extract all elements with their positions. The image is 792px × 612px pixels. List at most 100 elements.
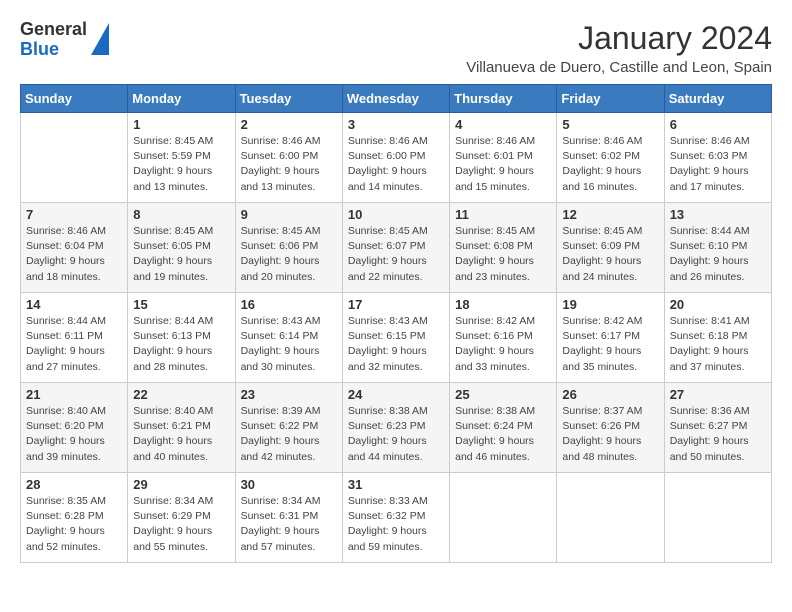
day-detail: Sunrise: 8:34 AMSunset: 6:31 PMDaylight:… xyxy=(241,494,337,555)
day-number: 1 xyxy=(133,117,229,132)
day-detail: Sunrise: 8:45 AMSunset: 6:07 PMDaylight:… xyxy=(348,224,444,285)
day-number: 31 xyxy=(348,477,444,492)
day-number: 20 xyxy=(670,297,766,312)
calendar-week-row: 14Sunrise: 8:44 AMSunset: 6:11 PMDayligh… xyxy=(21,293,772,383)
calendar-cell: 27 Sunrise: 8:36 AMSunset: 6:27 PMDayligh… xyxy=(664,383,771,473)
calendar-cell: 8Sunrise: 8:45 AMSunset: 6:05 PMDaylight… xyxy=(128,203,235,293)
day-number: 28 xyxy=(26,477,122,492)
day-number: 27 xyxy=(670,387,766,402)
day-detail: Sunrise: 8:41 AMSunset: 6:18 PMDaylight:… xyxy=(670,314,766,375)
day-number: 23 xyxy=(241,387,337,402)
day-number: 21 xyxy=(26,387,122,402)
day-number: 30 xyxy=(241,477,337,492)
calendar-cell: 16Sunrise: 8:43 AMSunset: 6:14 PMDayligh… xyxy=(235,293,342,383)
day-detail: Sunrise: 8:45 AMSunset: 6:08 PMDaylight:… xyxy=(455,224,551,285)
calendar-cell: 19Sunrise: 8:42 AMSunset: 6:17 PMDayligh… xyxy=(557,293,664,383)
day-number: 6 xyxy=(670,117,766,132)
day-number: 19 xyxy=(562,297,658,312)
day-detail: Sunrise: 8:36 AMSunset: 6:27 PMDaylight:… xyxy=(670,404,766,465)
day-number: 11 xyxy=(455,207,551,222)
logo-general: General xyxy=(20,20,87,40)
day-detail: Sunrise: 8:46 AMSunset: 6:03 PMDaylight:… xyxy=(670,134,766,195)
day-number: 16 xyxy=(241,297,337,312)
calendar-cell: 15 Sunrise: 8:44 AMSunset: 6:13 PMDayligh… xyxy=(128,293,235,383)
day-number: 24 xyxy=(348,387,444,402)
calendar-table: SundayMondayTuesdayWednesdayThursdayFrid… xyxy=(20,84,772,563)
calendar-cell: 22 Sunrise: 8:40 AMSunset: 6:21 PMDayligh… xyxy=(128,383,235,473)
calendar-cell: 12Sunrise: 8:45 AMSunset: 6:09 PMDayligh… xyxy=(557,203,664,293)
day-number: 26 xyxy=(562,387,658,402)
calendar-cell: 20 Sunrise: 8:41 AMSunset: 6:18 PMDayligh… xyxy=(664,293,771,383)
calendar-cell xyxy=(664,473,771,563)
calendar-cell: 31 Sunrise: 8:33 AMSunset: 6:32 PMDayligh… xyxy=(342,473,449,563)
day-number: 3 xyxy=(348,117,444,132)
calendar-cell xyxy=(557,473,664,563)
calendar-cell: 23 Sunrise: 8:39 AMSunset: 6:22 PMDayligh… xyxy=(235,383,342,473)
day-number: 9 xyxy=(241,207,337,222)
location: Villanueva de Duero, Castille and Leon, … xyxy=(466,59,772,76)
day-detail: Sunrise: 8:44 AMSunset: 6:13 PMDaylight:… xyxy=(133,314,229,375)
calendar-week-row: 21 Sunrise: 8:40 AMSunset: 6:20 PMDayligh… xyxy=(21,383,772,473)
day-number: 7 xyxy=(26,207,122,222)
calendar-cell: 5Sunrise: 8:46 AMSunset: 6:02 PMDaylight… xyxy=(557,113,664,203)
day-detail: Sunrise: 8:43 AMSunset: 6:15 PMDaylight:… xyxy=(348,314,444,375)
day-detail: Sunrise: 8:38 AMSunset: 6:23 PMDaylight:… xyxy=(348,404,444,465)
calendar-week-row: 7 Sunrise: 8:46 AMSunset: 6:04 PMDaylight… xyxy=(21,203,772,293)
day-detail: Sunrise: 8:33 AMSunset: 6:32 PMDaylight:… xyxy=(348,494,444,555)
day-detail: Sunrise: 8:44 AMSunset: 6:11 PMDaylight:… xyxy=(26,314,122,375)
calendar-cell: 9Sunrise: 8:45 AMSunset: 6:06 PMDaylight… xyxy=(235,203,342,293)
logo-blue: Blue xyxy=(20,40,87,60)
day-number: 15 xyxy=(133,297,229,312)
calendar-cell: 28Sunrise: 8:35 AMSunset: 6:28 PMDayligh… xyxy=(21,473,128,563)
header-saturday: Saturday xyxy=(664,85,771,113)
day-number: 13 xyxy=(670,207,766,222)
logo-triangle-icon xyxy=(91,23,109,55)
day-number: 29 xyxy=(133,477,229,492)
calendar-cell: 6 Sunrise: 8:46 AMSunset: 6:03 PMDaylight… xyxy=(664,113,771,203)
calendar-week-row: 1Sunrise: 8:45 AMSunset: 5:59 PMDaylight… xyxy=(21,113,772,203)
calendar-cell: 14Sunrise: 8:44 AMSunset: 6:11 PMDayligh… xyxy=(21,293,128,383)
day-detail: Sunrise: 8:46 AMSunset: 6:01 PMDaylight:… xyxy=(455,134,551,195)
day-detail: Sunrise: 8:46 AMSunset: 6:04 PMDaylight:… xyxy=(26,224,122,285)
day-detail: Sunrise: 8:46 AMSunset: 6:00 PMDaylight:… xyxy=(348,134,444,195)
calendar-week-row: 28Sunrise: 8:35 AMSunset: 6:28 PMDayligh… xyxy=(21,473,772,563)
calendar-cell: 2 Sunrise: 8:46 AMSunset: 6:00 PMDaylight… xyxy=(235,113,342,203)
calendar-cell: 10 Sunrise: 8:45 AMSunset: 6:07 PMDayligh… xyxy=(342,203,449,293)
calendar-header-row: SundayMondayTuesdayWednesdayThursdayFrid… xyxy=(21,85,772,113)
day-number: 10 xyxy=(348,207,444,222)
day-number: 18 xyxy=(455,297,551,312)
title-section: January 2024 Villanueva de Duero, Castil… xyxy=(466,20,772,76)
day-detail: Sunrise: 8:46 AMSunset: 6:00 PMDaylight:… xyxy=(241,134,337,195)
day-detail: Sunrise: 8:34 AMSunset: 6:29 PMDaylight:… xyxy=(133,494,229,555)
day-detail: Sunrise: 8:39 AMSunset: 6:22 PMDaylight:… xyxy=(241,404,337,465)
day-number: 4 xyxy=(455,117,551,132)
logo: General Blue xyxy=(20,20,109,60)
day-detail: Sunrise: 8:40 AMSunset: 6:21 PMDaylight:… xyxy=(133,404,229,465)
day-detail: Sunrise: 8:38 AMSunset: 6:24 PMDaylight:… xyxy=(455,404,551,465)
header-sunday: Sunday xyxy=(21,85,128,113)
day-number: 22 xyxy=(133,387,229,402)
calendar-cell: 1Sunrise: 8:45 AMSunset: 5:59 PMDaylight… xyxy=(128,113,235,203)
month-title: January 2024 xyxy=(466,20,772,57)
day-detail: Sunrise: 8:45 AMSunset: 6:05 PMDaylight:… xyxy=(133,224,229,285)
calendar-cell xyxy=(450,473,557,563)
header-wednesday: Wednesday xyxy=(342,85,449,113)
calendar-cell: 18 Sunrise: 8:42 AMSunset: 6:16 PMDayligh… xyxy=(450,293,557,383)
day-detail: Sunrise: 8:40 AMSunset: 6:20 PMDaylight:… xyxy=(26,404,122,465)
calendar-cell: 13Sunrise: 8:44 AMSunset: 6:10 PMDayligh… xyxy=(664,203,771,293)
logo-text: General Blue xyxy=(20,20,87,60)
day-number: 2 xyxy=(241,117,337,132)
calendar-cell: 4 Sunrise: 8:46 AMSunset: 6:01 PMDaylight… xyxy=(450,113,557,203)
day-detail: Sunrise: 8:37 AMSunset: 6:26 PMDaylight:… xyxy=(562,404,658,465)
calendar-cell: 25 Sunrise: 8:38 AMSunset: 6:24 PMDayligh… xyxy=(450,383,557,473)
calendar-cell xyxy=(21,113,128,203)
day-detail: Sunrise: 8:42 AMSunset: 6:16 PMDaylight:… xyxy=(455,314,551,375)
page-header: General Blue January 2024 Villanueva de … xyxy=(20,20,772,76)
calendar-cell: 24 Sunrise: 8:38 AMSunset: 6:23 PMDayligh… xyxy=(342,383,449,473)
calendar-cell: 11 Sunrise: 8:45 AMSunset: 6:08 PMDayligh… xyxy=(450,203,557,293)
calendar-cell: 29 Sunrise: 8:34 AMSunset: 6:29 PMDayligh… xyxy=(128,473,235,563)
calendar-cell: 21 Sunrise: 8:40 AMSunset: 6:20 PMDayligh… xyxy=(21,383,128,473)
day-number: 5 xyxy=(562,117,658,132)
day-number: 25 xyxy=(455,387,551,402)
header-tuesday: Tuesday xyxy=(235,85,342,113)
